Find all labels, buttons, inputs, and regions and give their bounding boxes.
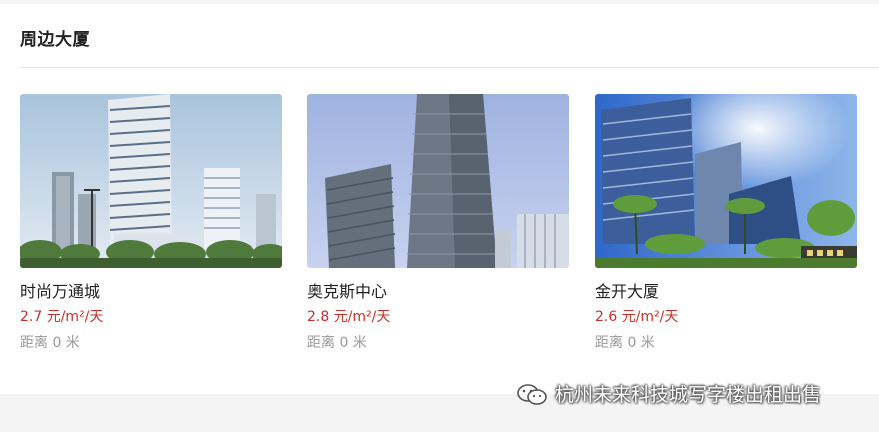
building-name[interactable]: 金开大厦 bbox=[595, 282, 857, 302]
building-card-1[interactable]: 时尚万通城 2.7 元/m²/天 距离 0 米 bbox=[20, 94, 282, 352]
building-name[interactable]: 时尚万通城 bbox=[20, 282, 282, 302]
section-title: 周边大厦 bbox=[20, 30, 90, 50]
building-name[interactable]: 奥克斯中心 bbox=[307, 282, 569, 302]
watermark: 杭州未来科技城写字楼出租出售 bbox=[515, 381, 821, 409]
building-price: 2.6 元/m²/天 bbox=[595, 309, 679, 325]
building-distance: 距离 0 米 bbox=[307, 335, 367, 351]
watermark-text: 杭州未来科技城写字楼出租出售 bbox=[555, 384, 822, 406]
building-price: 2.8 元/m²/天 bbox=[307, 309, 391, 325]
building-photo-3[interactable] bbox=[595, 94, 857, 268]
building-card-3[interactable]: 金开大厦 2.6 元/m²/天 距离 0 米 bbox=[595, 94, 857, 352]
building-photo-1[interactable] bbox=[20, 94, 282, 268]
nearby-buildings-panel: 周边大厦 时尚万通城 2.7 元/m²/天 距离 0 米 奥克斯中心 2.8 元… bbox=[0, 4, 879, 394]
building-distance: 距离 0 米 bbox=[20, 335, 80, 351]
building-photo-2[interactable] bbox=[307, 94, 569, 268]
building-price: 2.7 元/m²/天 bbox=[20, 309, 104, 325]
building-card-2[interactable]: 奥克斯中心 2.8 元/m²/天 距离 0 米 bbox=[307, 94, 569, 352]
page: 周边大厦 时尚万通城 2.7 元/m²/天 距离 0 米 奥克斯中心 2.8 元… bbox=[0, 0, 879, 432]
section-divider bbox=[20, 67, 879, 68]
wechat-icon bbox=[517, 384, 547, 405]
building-distance: 距离 0 米 bbox=[595, 335, 655, 351]
